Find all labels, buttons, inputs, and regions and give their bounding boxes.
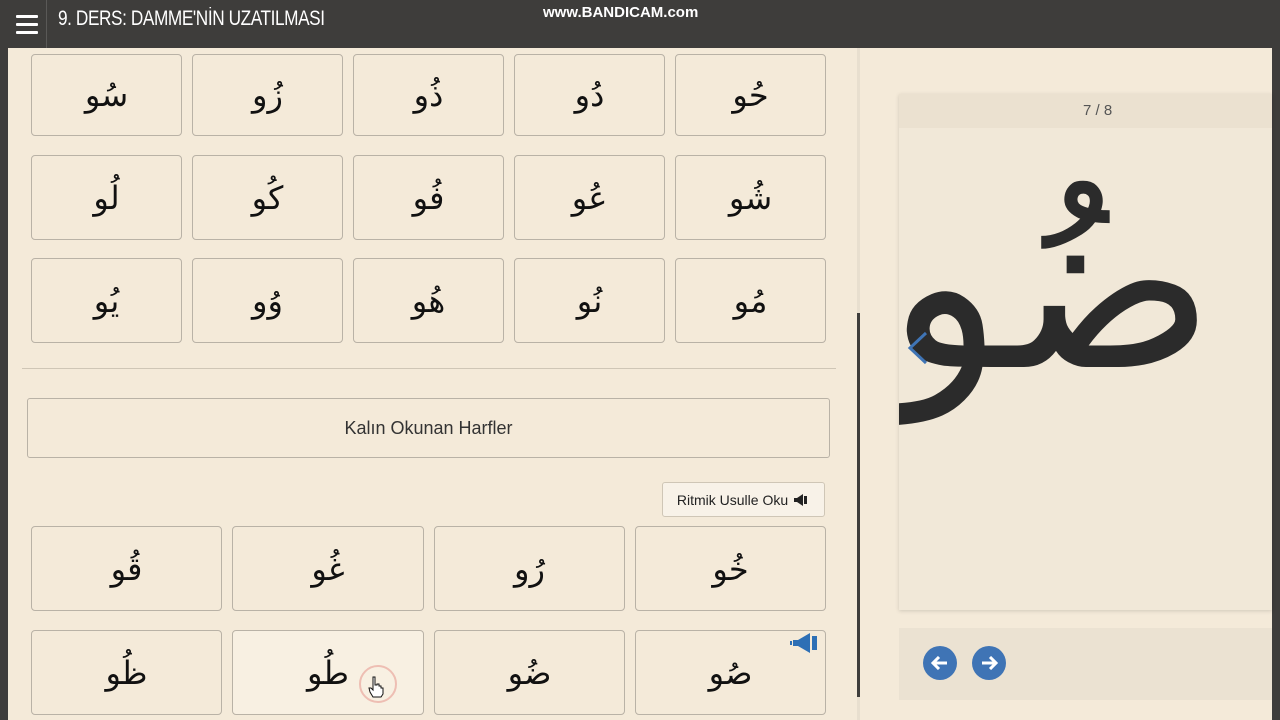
letter-card[interactable]: خُو <box>635 526 826 611</box>
page-title: 9. DERS: DAMME'NİN UZATILMASI <box>58 7 325 30</box>
recording-watermark: www.BANDICAM.com <box>543 4 699 21</box>
letter-card[interactable]: حُو <box>675 54 826 136</box>
hamburger-icon[interactable] <box>8 0 47 48</box>
viewer-nav-bar <box>899 628 1272 700</box>
letter-card[interactable]: لُو <box>31 155 182 240</box>
megaphone-icon[interactable] <box>790 632 822 654</box>
left-frame-edge <box>0 48 8 720</box>
letter-card[interactable]: فُو <box>353 155 504 240</box>
letter-card[interactable]: شُو <box>675 155 826 240</box>
letter-card[interactable]: ضُو <box>434 630 625 715</box>
scrollbar-thumb[interactable] <box>857 313 860 697</box>
section-divider <box>22 368 836 369</box>
letter-card[interactable]: نُو <box>514 258 665 343</box>
arrow-left-icon[interactable] <box>923 646 957 680</box>
section-title: Kalın Okunan Harfler <box>27 398 830 458</box>
letter-card[interactable]: مُو <box>675 258 826 343</box>
arrow-right-icon[interactable] <box>972 646 1006 680</box>
rhythm-read-button[interactable]: Ritmik Usulle Oku <box>662 482 825 517</box>
letter-viewer: 7 / 8 ضُو <box>899 94 1272 610</box>
letter-card[interactable]: وُو <box>192 258 343 343</box>
letter-card[interactable]: ظُو <box>31 630 222 715</box>
letter-card[interactable]: غُو <box>232 526 424 611</box>
page-counter: 7 / 8 <box>1083 102 1113 119</box>
letter-card[interactable]: زُو <box>192 54 343 136</box>
viewer-header: 7 / 8 <box>899 94 1272 128</box>
right-frame-edge <box>1272 0 1280 720</box>
top-bar: 9. DERS: DAMME'NİN UZATILMASI www.BANDIC… <box>0 0 1280 48</box>
letter-card[interactable]: كُو <box>192 155 343 240</box>
current-letter-display: ضُو <box>899 144 1215 424</box>
letter-card[interactable]: هُو <box>353 258 504 343</box>
letter-card[interactable]: ذُو <box>353 54 504 136</box>
letter-card[interactable]: عُو <box>514 155 665 240</box>
letter-card[interactable]: طُو <box>232 630 424 715</box>
letter-card[interactable]: سُو <box>31 54 182 136</box>
chevron-left-icon[interactable] <box>904 330 930 366</box>
megaphone-icon <box>794 493 808 506</box>
letter-card[interactable]: دُو <box>514 54 665 136</box>
rhythm-read-label: Ritmik Usulle Oku <box>676 491 789 508</box>
letter-card[interactable]: رُو <box>434 526 625 611</box>
letter-card[interactable]: قُو <box>31 526 222 611</box>
letter-card[interactable]: يُو <box>31 258 182 343</box>
lesson-content-panel: سُو زُو ذُو دُو حُو لُو كُو فُو عُو شُو … <box>8 48 858 720</box>
hand-cursor-icon <box>368 676 384 698</box>
